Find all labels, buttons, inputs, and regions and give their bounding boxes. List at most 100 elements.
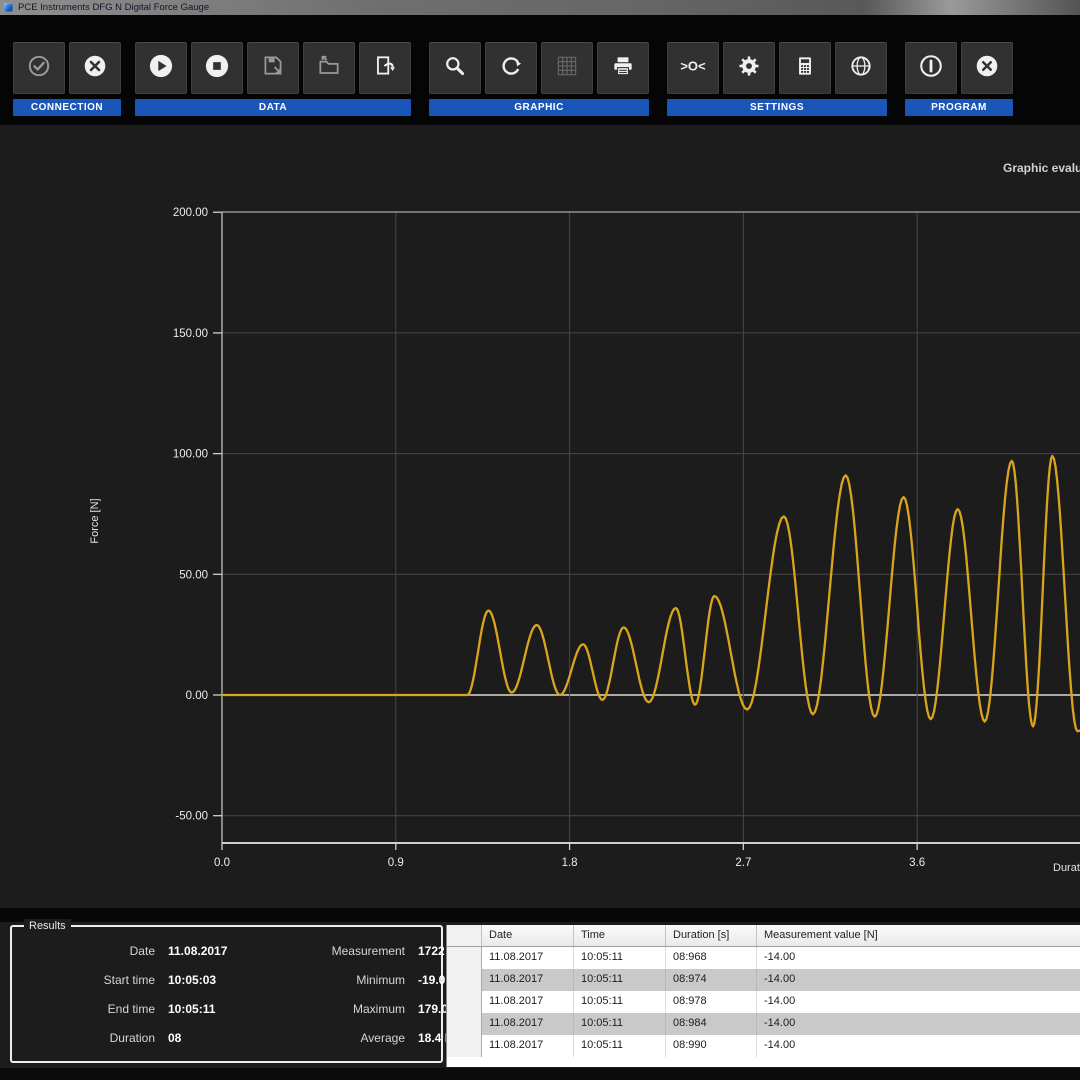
table-row-cell: -14.00 [764,1039,796,1051]
table-row-cell: -14.00 [764,995,796,1007]
gear-icon [736,53,762,84]
row-selector-cell[interactable] [447,1035,482,1057]
results-legend: Results [24,919,71,933]
result-value: 10:05:11 [168,1002,216,1016]
row-selector-cell[interactable] [447,947,482,969]
results-groupbox: Results Date 11.08.2017 Start time 10:05:03… [10,919,460,1063]
chart-title: Graphic evaluation [1003,161,1080,175]
start-measurement-button[interactable] [135,42,187,94]
stop-circle-icon [203,52,231,85]
svg-text:0.00: 0.00 [186,690,208,702]
table-header: Date Time Duration [s] Measurement value [N… [447,925,1080,947]
start-circle-icon [147,52,175,85]
table-row-cell: 10:05:11 [574,1013,666,1035]
app-window: { "window": { "title": "PCE Instruments … [0,0,1080,1080]
result-label: Date [129,944,155,958]
chart-area: 200.00 150.00 100.00 50.00 0.00 -50.00 0.0 0.9 1… [0,125,1080,908]
toolbar-group-label: SETTINGS [667,99,887,116]
table-row[interactable]: 11.08.2017 10:05:11 08:978 -14.00 [447,991,1080,1013]
language-button[interactable] [835,42,887,94]
connect-button[interactable] [13,42,65,94]
x-axis-label: Duration [s] [1053,862,1080,874]
app-icon [4,3,13,12]
toolbar-group-label: GRAPHIC [429,99,649,116]
table-row-cell: 10:05:11 [574,1035,666,1057]
settings-button[interactable] [723,42,775,94]
exit-button[interactable] [961,42,1013,94]
svg-text:1.8: 1.8 [562,857,578,869]
row-selector-cell[interactable] [447,1013,482,1035]
stop-measurement-button[interactable] [191,42,243,94]
row-selector-cell[interactable] [447,925,482,946]
svg-text:-50.00: -50.00 [175,811,208,823]
table-header-cell: Measurement value [N] [764,929,878,941]
toolbar-group-label: CONNECTION [13,99,121,116]
result-value: 1722 [418,944,445,958]
toolbar-group-connection: CONNECTION [13,42,121,116]
result-label: Maximum [352,1002,405,1016]
export-data-button[interactable] [359,42,411,94]
toolbar-group-label: PROGRAM [905,99,1013,116]
result-value: 10:05:03 [168,973,217,987]
bottom-panel: Results Date 11.08.2017 Start time 10:05:03… [0,919,1080,1068]
table-row-cell: 11.08.2017 [482,947,574,969]
toolbar-group-program: PROGRAM [905,42,1013,116]
magnifier-icon [442,53,468,84]
svg-text:0.0: 0.0 [214,857,230,869]
reset-zoom-button[interactable]: >O< [667,42,719,94]
info-button[interactable] [905,42,957,94]
table-row-cell: 10:05:11 [574,969,666,991]
svg-text:150.00: 150.00 [173,328,208,340]
table-row[interactable]: 11.08.2017 10:05:11 08:968 -14.00 [447,947,1080,969]
toolbar-group-label: DATA [135,99,411,116]
calculator-button[interactable] [779,42,831,94]
table-row[interactable]: 11.08.2017 10:05:11 08:974 -14.00 [447,969,1080,991]
result-label: Start time [103,973,155,987]
refresh-button[interactable] [485,42,537,94]
load-data-button[interactable] [303,42,355,94]
force-chart-plot[interactable]: 200.00 150.00 100.00 50.00 0.00 -50.00 0.0 0.9 1… [0,125,1080,908]
title-bar[interactable]: PCE Instruments DFG N Digital Force Gaug… [0,0,1080,16]
exit-circle-icon [974,53,1000,84]
table-row-cell: -14.00 [764,951,796,963]
info-circle-icon [918,53,944,84]
svg-text:3.6: 3.6 [909,857,925,869]
svg-text:100.00: 100.00 [173,449,208,461]
printer-icon [610,53,636,84]
table-row-cell: 08:984 [666,1013,757,1035]
svg-text:50.00: 50.00 [179,569,208,581]
grid-button[interactable] [541,42,593,94]
zoom-button[interactable] [429,42,481,94]
table-row[interactable]: 11.08.2017 10:05:11 08:984 -14.00 [447,1013,1080,1035]
result-label: End time [107,1002,155,1016]
table-row-cell: 10:05:11 [574,991,666,1013]
disconnect-button[interactable] [69,42,121,94]
table-row-cell: 08:978 [666,991,757,1013]
result-label: Average [360,1031,405,1045]
measurement-table[interactable]: Date Time Duration [s] Measurement value [N… [446,925,1080,1067]
print-button[interactable] [597,42,649,94]
toolbar-group-data: DATA [135,42,411,116]
table-row-cell: 08:974 [666,969,757,991]
y-axis-label: Force [N] [89,498,101,544]
result-label: Minimum [356,973,405,987]
save-data-button[interactable] [247,42,299,94]
globe-icon [848,53,874,84]
svg-text:>O<: >O< [680,58,706,73]
disconnect-x-icon [82,53,108,84]
row-selector-cell[interactable] [447,991,482,1013]
table-row-cell: 11.08.2017 [482,1035,574,1057]
svg-text:2.7: 2.7 [735,857,751,869]
table-row-cell: 08:968 [666,947,757,969]
window-title: PCE Instruments DFG N Digital Force Gaug… [18,2,210,13]
table-header-cell: Date [482,925,574,946]
table-row-cell: -14.00 [757,969,1080,991]
row-selector-cell[interactable] [447,969,482,991]
svg-text:0.9: 0.9 [388,857,404,869]
table-row[interactable]: 11.08.2017 10:05:11 08:990 -14.00 [447,1035,1080,1057]
table-row-cell: 10:05:11 [574,947,666,969]
result-value: 08 [168,1031,182,1045]
table-row-cell: 11.08.2017 [482,1013,574,1035]
refresh-icon [498,53,524,84]
grid-icon [554,53,580,84]
